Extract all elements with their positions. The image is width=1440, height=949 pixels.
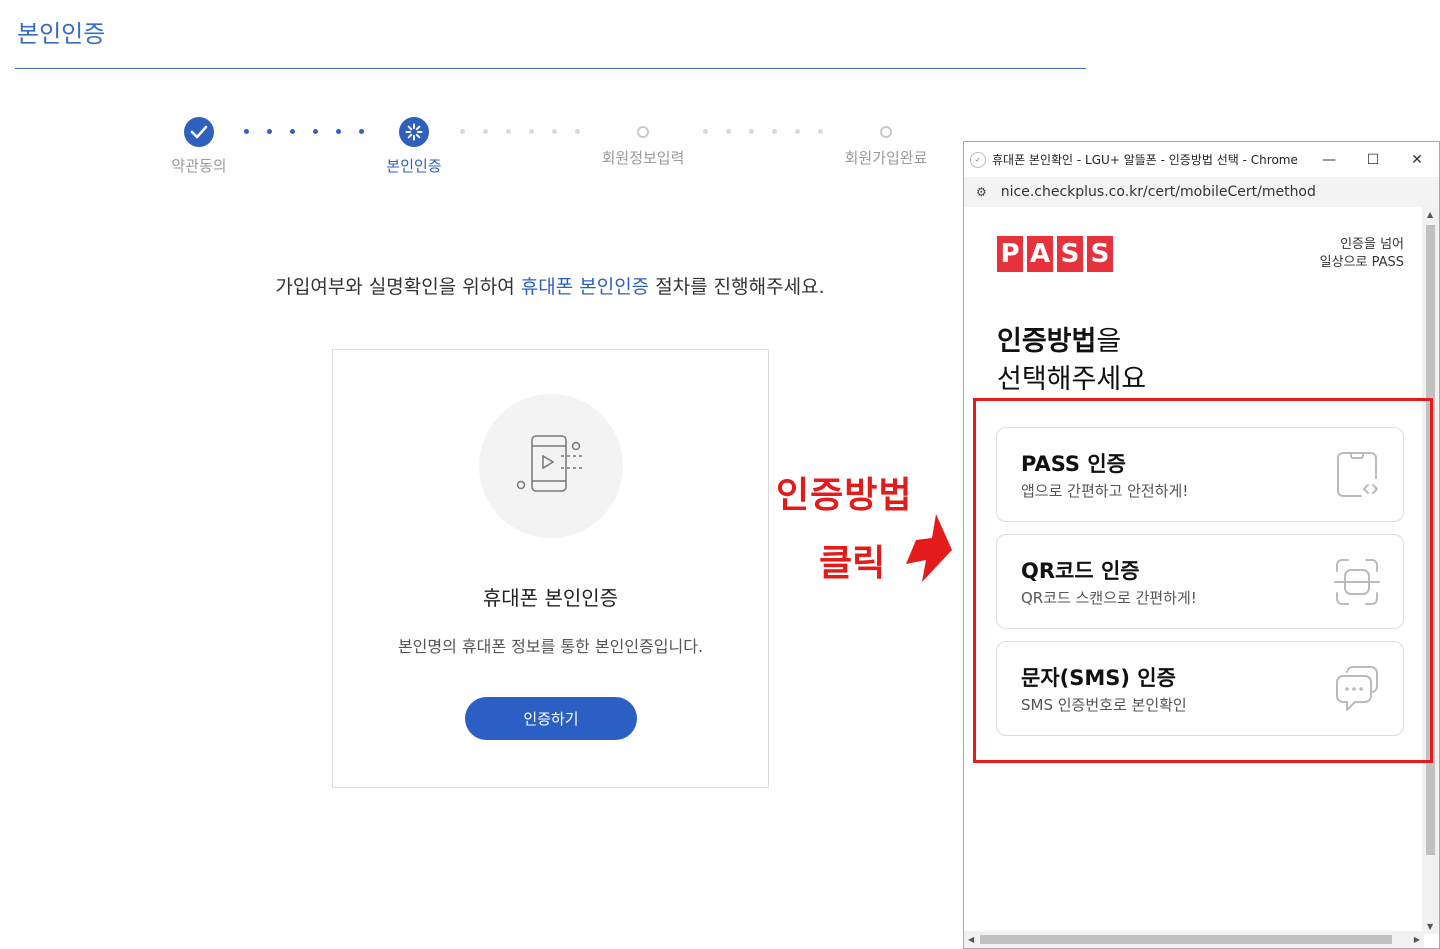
window-title: 휴대폰 본인확인 - LGU+ 알뜰폰 - 인증방법 선택 - Chrome (992, 153, 1298, 167)
scroll-down-icon[interactable]: ▼ (1427, 922, 1433, 931)
phone-verification-card: 휴대폰 본인인증 본인명의 휴대폰 정보를 통한 본인인증입니다. 인증하기 (332, 349, 769, 788)
method-heading: 인증방법을 선택해주세요 (997, 326, 1147, 395)
card-description: 본인명의 휴대폰 정보를 통한 본인인증입니다. (397, 637, 704, 656)
verify-button[interactable]: 인증하기 (465, 697, 637, 740)
step-label: 회원정보입력 (601, 149, 685, 167)
card-title: 휴대폰 본인인증 (482, 586, 619, 610)
arrow-right-icon (906, 514, 952, 582)
step-label: 약관동의 (171, 157, 227, 175)
pending-dot-icon (880, 126, 892, 138)
loading-icon (399, 117, 429, 147)
window-titlebar: ✓ 휴대폰 본인확인 - LGU+ 알뜰폰 - 인증방법 선택 - Chrome… (964, 142, 1439, 177)
horizontal-scrollbar[interactable]: ◀ ▶ (964, 931, 1424, 948)
step-label: 본인인증 (386, 157, 442, 175)
scroll-up-icon[interactable]: ▲ (1427, 210, 1433, 219)
step-progress-dots (703, 129, 823, 134)
annotation-label: 인증방법 (776, 475, 913, 516)
title-divider (15, 68, 1086, 69)
annotation-click-label: 클릭 (819, 543, 886, 584)
close-icon[interactable]: ✕ (1395, 142, 1439, 177)
intro-text: 가입여부와 실명확인을 위하여 휴대폰 본인인증 절차를 진행해주세요. (275, 276, 825, 298)
step-complete: 회원가입완료 (826, 117, 946, 168)
maximize-icon[interactable]: ☐ (1351, 142, 1395, 177)
scroll-right-icon[interactable]: ▶ (1414, 935, 1420, 944)
url-text: nice.checkplus.co.kr/cert/mobileCert/met… (1000, 184, 1316, 200)
annotation-highlight-box (973, 398, 1433, 763)
site-favicon-icon: ✓ (970, 151, 986, 168)
page-title: 본인인증 (17, 20, 106, 48)
step-member-info: 회원정보입력 (583, 117, 703, 168)
pass-tagline: 인증을 넘어 일상으로 PASS (1319, 237, 1404, 270)
scroll-thumb[interactable] (980, 935, 1392, 944)
pending-dot-icon (637, 126, 649, 138)
intro-highlight: 휴대폰 본인인증 (520, 276, 650, 298)
check-icon (184, 117, 214, 147)
step-progress-dots (244, 129, 364, 134)
step-progress-dots (460, 129, 580, 134)
step-verification: 본인인증 (354, 117, 474, 176)
step-terms: 약관동의 (139, 117, 259, 176)
site-info-icon[interactable]: ⚙ (976, 185, 987, 199)
page: 본인인증 약관동의 본인인증 회원정보입력 회원가입완료 가입여부와 실명확인을… (0, 0, 1440, 949)
step-label: 회원가입완료 (844, 149, 928, 167)
address-bar[interactable]: ⚙ nice.checkplus.co.kr/cert/mobileCert/m… (964, 177, 1439, 207)
scroll-left-icon[interactable]: ◀ (968, 935, 974, 944)
pass-logo: P A S S (997, 236, 1113, 272)
minimize-icon[interactable]: — (1307, 142, 1351, 177)
phone-play-icon (479, 394, 623, 538)
